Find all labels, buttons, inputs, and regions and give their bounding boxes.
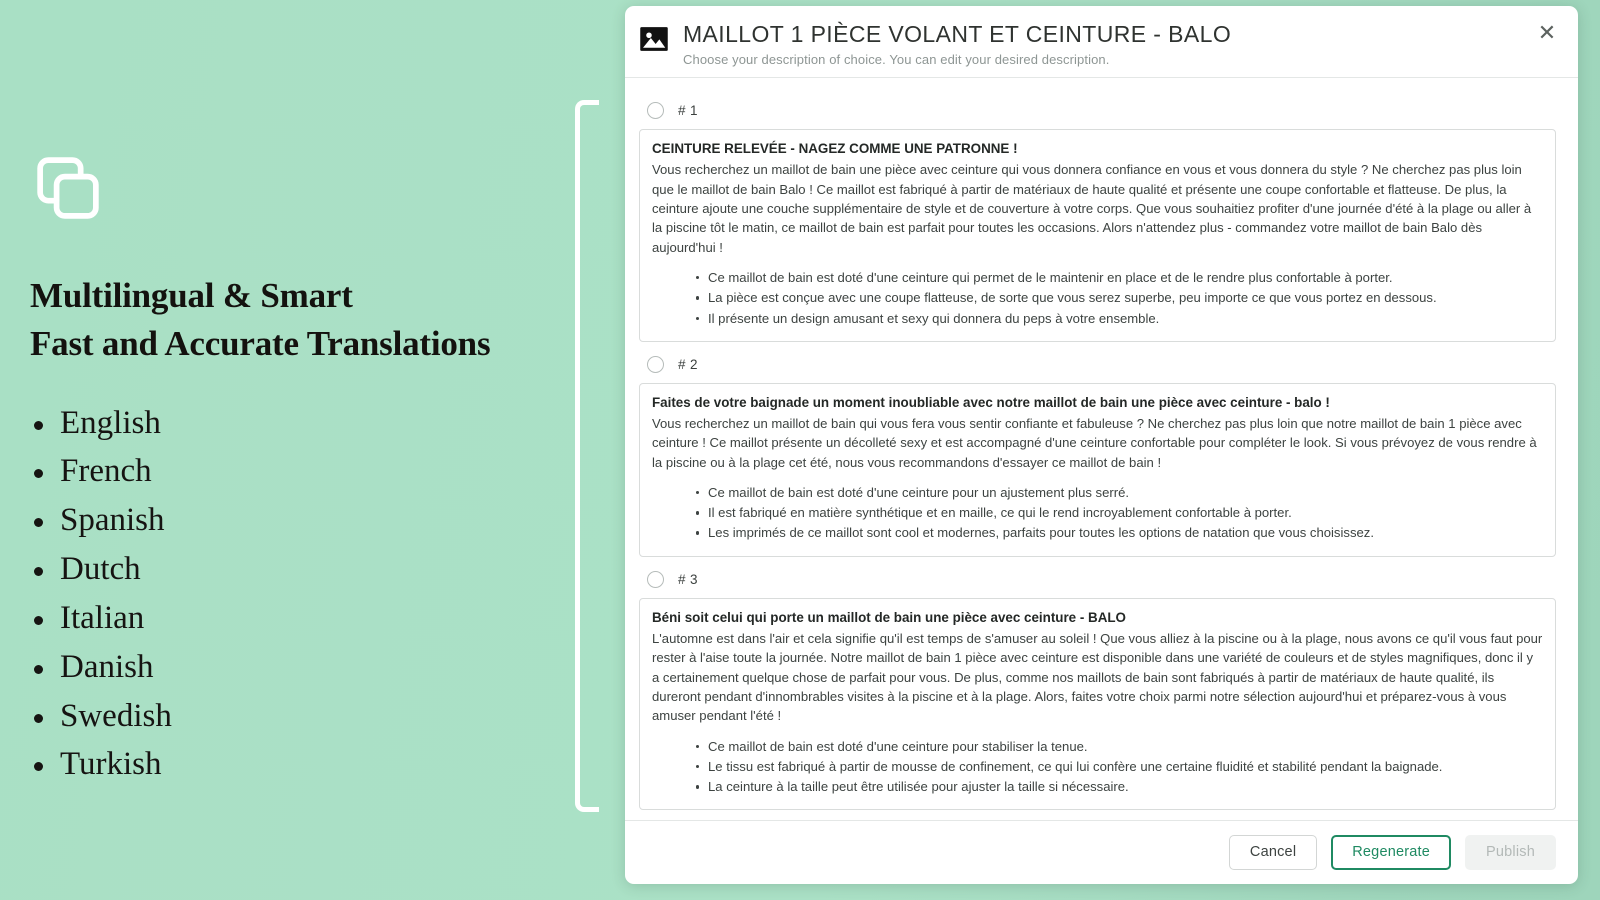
left-promo-panel: Multilingual & Smart Fast and Accurate T… xyxy=(0,0,600,900)
description-body: Vous recherchez un maillot de bain une p… xyxy=(652,162,1532,255)
list-item: Spanish xyxy=(30,496,600,545)
description-card-3[interactable]: Béni soit celui qui porte un maillot de … xyxy=(639,597,1556,811)
close-icon[interactable]: ✕ xyxy=(1534,20,1560,46)
list-item: Swedish xyxy=(30,692,600,741)
list-item: French xyxy=(30,447,600,496)
modal-body-scroll[interactable]: # 1 CEINTURE RELEVÉE - NAGEZ COMME UNE P… xyxy=(625,78,1578,820)
list-item: Les imprimés de ce maillot sont cool et … xyxy=(696,523,1543,542)
decorative-bracket xyxy=(575,100,599,812)
list-item: Turkish xyxy=(30,740,600,789)
modal-footer: Cancel Regenerate Publish xyxy=(625,820,1578,884)
option-label: # 3 xyxy=(678,571,698,587)
list-item: Ce maillot de bain est doté d'une ceintu… xyxy=(696,737,1543,756)
description-chooser-modal: MAILLOT 1 PIÈCE VOLANT ET CEINTURE - BAL… xyxy=(625,6,1578,884)
list-item: Le tissu est fabriqué à partir de mousse… xyxy=(696,757,1543,776)
headline-line-1: Multilingual & Smart xyxy=(30,276,353,315)
headline-line-2: Fast and Accurate Translations xyxy=(30,324,491,364)
regenerate-button[interactable]: Regenerate xyxy=(1331,835,1452,870)
modal-title: MAILLOT 1 PIÈCE VOLANT ET CEINTURE - BAL… xyxy=(683,21,1232,47)
list-item: La ceinture à la taille peut être utilis… xyxy=(696,777,1543,796)
list-item: Il présente un design amusant et sexy qu… xyxy=(696,309,1543,328)
list-item: English xyxy=(30,399,600,448)
radio-option-2[interactable] xyxy=(647,355,664,373)
description-body: Vous recherchez un maillot de bain qui v… xyxy=(652,415,1537,470)
description-card-2[interactable]: Faites de votre baignade un moment inoub… xyxy=(639,382,1556,557)
description-title: Béni soit celui qui porte un maillot de … xyxy=(652,609,1126,625)
option-label: # 1 xyxy=(678,103,698,119)
option-header: # 3 xyxy=(639,563,1556,598)
cancel-button[interactable]: Cancel xyxy=(1228,835,1318,870)
description-card-1[interactable]: CEINTURE RELEVÉE - NAGEZ COMME UNE PATRO… xyxy=(639,129,1556,342)
description-option-1: # 1 CEINTURE RELEVÉE - NAGEZ COMME UNE P… xyxy=(639,94,1556,342)
copy-stack-icon xyxy=(30,150,600,226)
radio-option-3[interactable] xyxy=(647,570,664,588)
list-item: La pièce est conçue avec une coupe flatt… xyxy=(696,288,1543,307)
description-title: CEINTURE RELEVÉE - NAGEZ COMME UNE PATRO… xyxy=(652,141,1018,157)
language-list: English French Spanish Dutch Italian Dan… xyxy=(30,399,600,790)
option-header: # 1 xyxy=(639,94,1556,129)
modal-subtitle: Choose your description of choice. You c… xyxy=(683,52,1110,68)
description-option-2: # 2 Faites de votre baignade un moment i… xyxy=(639,348,1556,557)
list-item: Italian xyxy=(30,594,600,643)
image-photo-icon xyxy=(639,20,669,59)
description-body: L'automne est dans l'air et cela signifi… xyxy=(652,630,1543,724)
radio-option-1[interactable] xyxy=(647,102,664,120)
option-label: # 2 xyxy=(678,356,698,372)
list-item: Ce maillot de bain est doté d'une ceintu… xyxy=(696,268,1543,287)
option-header: # 2 xyxy=(639,348,1556,383)
description-bullets: Ce maillot de bain est doté d'une ceintu… xyxy=(652,483,1543,543)
description-bullets: Ce maillot de bain est doté d'une ceintu… xyxy=(652,737,1543,797)
list-item: Danish xyxy=(30,643,600,692)
publish-button[interactable]: Publish xyxy=(1465,835,1556,870)
description-option-3: # 3 Béni soit celui qui porte un maillot… xyxy=(639,563,1556,811)
description-title: Faites de votre baignade un moment inoub… xyxy=(652,394,1330,410)
modal-header: MAILLOT 1 PIÈCE VOLANT ET CEINTURE - BAL… xyxy=(625,6,1578,79)
page-title: Multilingual & Smart Fast and Accurate T… xyxy=(30,272,600,369)
list-item: Il est fabriqué en matière synthétique e… xyxy=(696,503,1543,522)
list-item: Ce maillot de bain est doté d'une ceintu… xyxy=(696,483,1543,502)
list-item: Dutch xyxy=(30,545,600,594)
description-bullets: Ce maillot de bain est doté d'une ceintu… xyxy=(652,268,1543,328)
